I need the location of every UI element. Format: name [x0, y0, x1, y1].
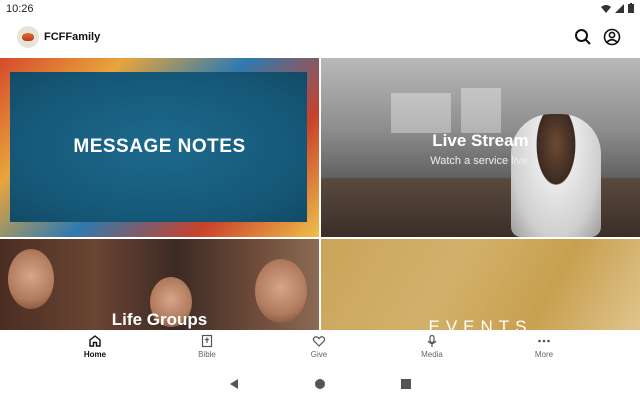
back-icon[interactable]: [228, 378, 240, 390]
battery-icon: [628, 3, 634, 13]
microphone-icon: [427, 334, 437, 347]
nav-media[interactable]: Media: [402, 334, 462, 359]
nav-label: Give: [310, 350, 328, 359]
tile-life-groups[interactable]: Life Groups: [0, 239, 319, 330]
bottom-nav: Home Bible Give Media More: [0, 330, 640, 370]
signal-icon: [615, 3, 624, 13]
tile-title: MESSAGE NOTES: [73, 136, 246, 157]
content-grid: MESSAGE NOTES Live Stream Watch a servic…: [0, 58, 640, 330]
nav-label: Media: [421, 350, 443, 359]
tile-live-stream[interactable]: Live Stream Watch a service live.: [321, 58, 640, 237]
home-icon: [89, 335, 101, 347]
tile-title: Life Groups: [111, 310, 208, 329]
status-time: 10:26: [6, 3, 34, 15]
search-icon[interactable]: [574, 28, 592, 46]
nav-label: Home: [83, 350, 107, 359]
status-bar: 10:26: [0, 0, 640, 18]
nav-home[interactable]: Home: [65, 334, 125, 359]
app-title: FCFFamily: [44, 31, 101, 43]
nav-bible[interactable]: Bible: [177, 334, 237, 359]
tile-title: Live Stream: [432, 131, 529, 150]
bible-icon: [201, 334, 213, 348]
app-logo[interactable]: [17, 26, 39, 48]
wifi-icon: [601, 4, 611, 13]
nav-label: More: [534, 350, 554, 359]
account-icon[interactable]: [603, 28, 621, 46]
heart-icon: [312, 336, 326, 347]
nav-more[interactable]: More: [514, 334, 574, 359]
app-bar: FCFFamily: [0, 18, 640, 58]
tile-subtitle: Watch a service live.: [430, 155, 531, 167]
system-nav-bar: [0, 370, 640, 400]
more-dots-icon: [538, 339, 550, 343]
tile-title: EVENTS: [428, 317, 533, 330]
home-circle-icon[interactable]: [314, 378, 326, 390]
nav-give[interactable]: Give: [289, 334, 349, 359]
tile-events[interactable]: EVENTS: [321, 239, 640, 330]
recents-icon[interactable]: [400, 378, 412, 390]
nav-label: Bible: [198, 350, 216, 359]
tile-message-notes[interactable]: MESSAGE NOTES: [0, 58, 319, 237]
